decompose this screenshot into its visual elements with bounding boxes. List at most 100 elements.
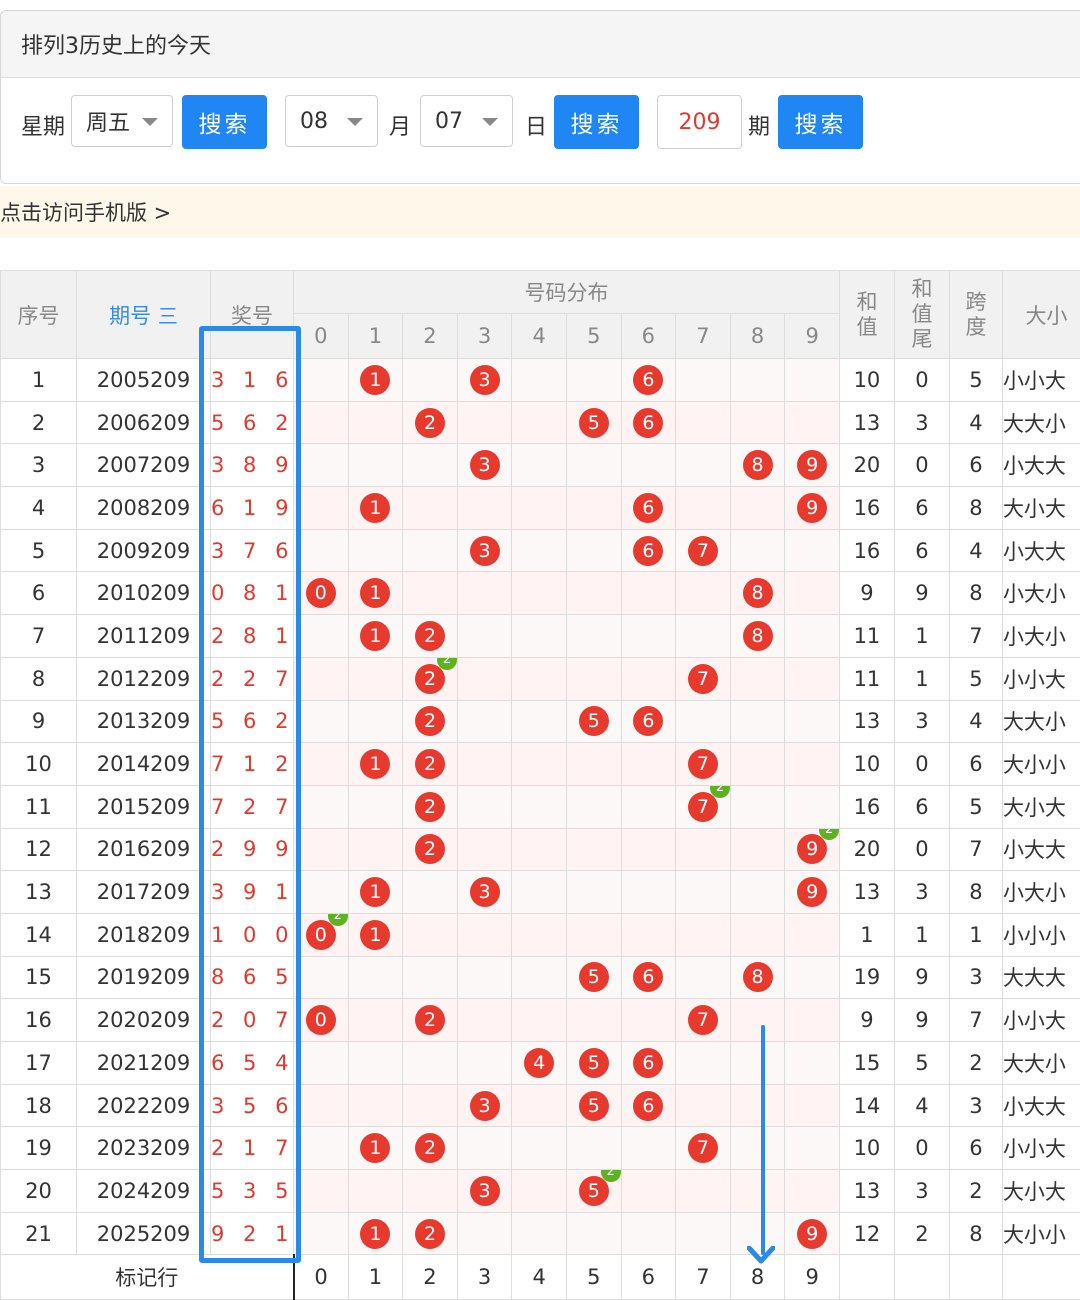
row-period: 2010209 — [76, 571, 211, 616]
table-row: 4 2008209 6 1 9 1 6 9 16 6 8 大小大 — [0, 486, 1080, 530]
table-row: 11 2015209 7 2 7 2 7 2 16 6 5 大小大 — [0, 784, 1080, 829]
table-row: 13 2017209 3 9 1 1 3 9 13 3 8 小大小 — [0, 870, 1080, 914]
digit-cell: 02 — [293, 912, 349, 957]
row-prize: 2 9 9 — [210, 827, 294, 872]
digit-cell — [620, 998, 677, 1042]
mark-digit[interactable]: 2 — [402, 1254, 458, 1300]
row-span: 6 — [948, 742, 1003, 786]
row-period: 2011209 — [76, 614, 211, 658]
digit-cell: 8 — [729, 571, 786, 616]
row-span: 3 — [948, 955, 1003, 1000]
header-index: 序号 — [0, 270, 77, 359]
digit-cell — [293, 870, 349, 914]
digit-cell — [511, 1126, 567, 1171]
row-prize: 0 8 1 — [210, 571, 294, 616]
mark-digit[interactable]: 9 — [784, 1254, 840, 1300]
digit-cell: 3 — [456, 870, 513, 914]
digit-cell: 6 — [620, 1083, 677, 1128]
mark-digit[interactable]: 6 — [620, 1254, 677, 1300]
number-ball: 5 — [578, 407, 609, 438]
mark-digit[interactable]: 7 — [675, 1254, 731, 1300]
row-index: 12 — [0, 827, 77, 872]
digit-cell — [402, 571, 458, 616]
sort-icon[interactable]: 三 — [158, 304, 178, 328]
mark-digit[interactable]: 1 — [347, 1254, 404, 1300]
history-table: 序号 期号 三 奖号 号码分布 和值 和值尾 跨度 大小 0123456789 … — [0, 270, 1080, 1300]
number-ball: 6 — [633, 364, 664, 395]
mark-digit[interactable]: 5 — [565, 1254, 622, 1300]
table-row: 17 2021209 6 5 4 4 5 6 15 5 2 大大小 — [0, 1041, 1080, 1085]
row-period: 2022209 — [76, 1083, 211, 1128]
day-select[interactable]: 07 — [420, 95, 513, 147]
row-span: 7 — [948, 614, 1003, 658]
digit-cell — [675, 1041, 731, 1085]
row-sum-tail: 3 — [893, 699, 950, 744]
row-sum-tail: 9 — [893, 955, 950, 1000]
row-span: 8 — [948, 486, 1003, 530]
row-size: 大大小 — [1001, 400, 1080, 445]
period-input[interactable]: 209 — [657, 95, 742, 149]
digit-cell: 9 — [784, 870, 840, 914]
header-digit: 0 — [293, 313, 349, 359]
digit-cell — [511, 742, 567, 786]
digit-cell — [511, 1211, 567, 1256]
number-ball: 6 — [633, 492, 664, 523]
number-ball: 1 — [360, 620, 391, 651]
number-ball: 9 — [797, 492, 828, 523]
digit-cell — [784, 699, 840, 744]
digit-cell: 6 — [620, 400, 677, 445]
weekday-select[interactable]: 周五 — [71, 95, 173, 147]
row-period: 2025209 — [76, 1211, 211, 1256]
period-search-button[interactable]: 搜索 — [778, 95, 863, 149]
table-row: 9 2013209 5 6 2 2 5 6 13 3 4 大大小 — [0, 699, 1080, 744]
digit-cell — [456, 1211, 513, 1256]
digit-cell — [784, 998, 840, 1042]
mark-digit[interactable]: 0 — [293, 1254, 349, 1300]
digit-cell — [565, 571, 622, 616]
digit-cell — [511, 358, 567, 402]
number-ball: 7 — [687, 1133, 718, 1164]
digit-cell — [565, 486, 622, 530]
digit-cell — [293, 1169, 349, 1213]
digit-cell: 4 — [511, 1041, 567, 1085]
row-period: 2013209 — [76, 699, 211, 744]
arrow-down-icon — [747, 1246, 775, 1264]
digit-cell: 1 — [347, 1126, 404, 1171]
row-sum-tail: 2 — [893, 1211, 950, 1256]
month-select[interactable]: 08 — [285, 95, 378, 147]
row-span: 4 — [948, 528, 1003, 573]
date-search-button[interactable]: 搜索 — [554, 95, 639, 149]
header-distribution: 号码分布 — [293, 270, 840, 314]
mobile-version-link[interactable]: 点击访问手机版 > — [0, 186, 1080, 238]
row-size: 大大大 — [1001, 955, 1080, 1000]
digit-cell: 1 — [347, 571, 404, 616]
row-span: 8 — [948, 571, 1003, 616]
row-sum-tail: 3 — [893, 1169, 950, 1213]
weekday-search-button[interactable]: 搜索 — [182, 95, 267, 149]
number-ball: 5 — [578, 706, 609, 737]
table-row: 18 2022209 3 5 6 3 5 6 14 4 3 小大大 — [0, 1083, 1080, 1128]
chevron-down-icon — [347, 118, 363, 126]
row-period: 2015209 — [76, 784, 211, 829]
digit-cell — [675, 827, 731, 872]
row-index: 20 — [0, 1169, 77, 1213]
weekday-label: 星期 — [21, 115, 66, 140]
row-sum: 9 — [838, 998, 895, 1042]
day-label: 日 — [525, 115, 548, 140]
row-prize: 5 6 2 — [210, 400, 294, 445]
row-sum: 11 — [838, 614, 895, 658]
digit-cell — [784, 358, 840, 402]
header-period[interactable]: 期号 三 — [76, 270, 211, 359]
row-size: 大小大 — [1001, 784, 1080, 829]
digit-cell — [565, 614, 622, 658]
row-sum-tail: 0 — [893, 1126, 950, 1171]
row-sum-tail: 9 — [893, 571, 950, 616]
row-sum-tail: 1 — [893, 912, 950, 957]
mark-digit[interactable]: 3 — [456, 1254, 513, 1300]
mark-digit[interactable]: 4 — [511, 1254, 567, 1300]
digit-cell — [620, 614, 677, 658]
table-row: 6 2010209 0 8 1 0 1 8 9 9 8 小大小 — [0, 571, 1080, 616]
digit-cell — [620, 1126, 677, 1171]
row-prize: 2 1 7 — [210, 1126, 294, 1171]
header-prize: 奖号 — [210, 270, 294, 359]
